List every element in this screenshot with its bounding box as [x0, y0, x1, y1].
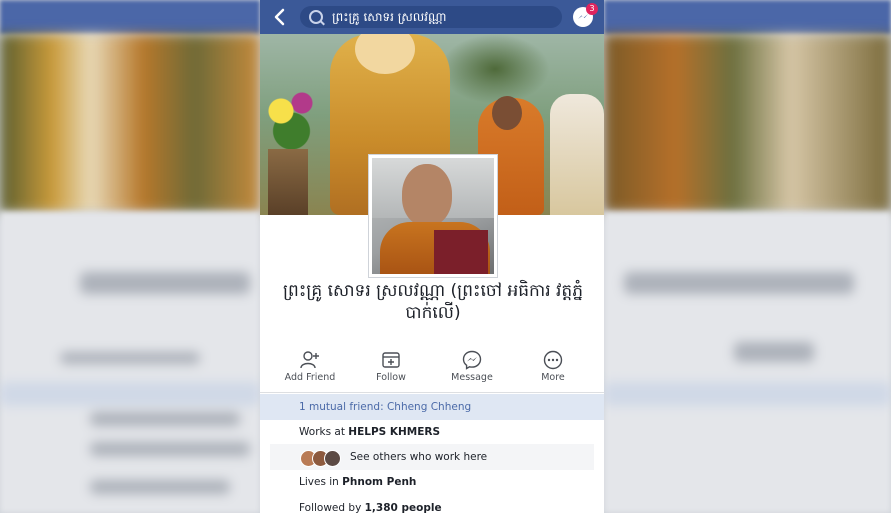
flower-offering [260, 79, 330, 159]
top-nav-bar: ព្រះគ្រូ សោទរ ស្រលវណ្ណា 3 [260, 0, 604, 34]
blurred-cover-image [0, 34, 260, 212]
mutual-friends-text: 1 mutual friend: Chheng Chheng [299, 401, 471, 414]
search-icon [309, 10, 323, 24]
blurred-header-bar [0, 0, 260, 34]
more-button[interactable]: More [518, 346, 588, 392]
white-statue [550, 94, 604, 215]
blurred-text-block [624, 272, 854, 294]
messenger-icon [462, 350, 482, 370]
blurred-content [604, 212, 891, 513]
followed-by-row[interactable]: Followed by 1,380 people [299, 502, 442, 513]
add-friend-icon [300, 351, 319, 369]
more-icon [543, 350, 563, 370]
avatar [324, 450, 341, 467]
messenger-button[interactable]: 3 [573, 3, 598, 27]
see-others-text: See others who work here [350, 451, 488, 463]
follow-button[interactable]: Follow [356, 346, 426, 392]
see-others-row[interactable]: See others who work here [270, 444, 594, 470]
profile-photo [372, 158, 494, 274]
mutual-friend-link[interactable]: Chheng Chheng [387, 401, 471, 413]
blurred-text-block [60, 352, 200, 364]
lives-prefix: Lives in [299, 476, 343, 488]
blurred-header-bar [604, 0, 891, 34]
followed-prefix: Followed by [299, 502, 365, 513]
vase [268, 149, 308, 215]
back-arrow-icon[interactable] [270, 6, 290, 28]
blurred-text-block [90, 480, 230, 494]
blurred-background-right [604, 0, 891, 513]
blurred-text-block [604, 382, 891, 406]
lives-in-row: Lives in Phnom Penh [299, 476, 416, 489]
add-friend-button[interactable]: Add Friend [275, 346, 345, 392]
works-at-row: Works at HELPS KHMERS [299, 426, 440, 439]
profile-picture[interactable] [368, 154, 498, 278]
message-label: Message [451, 372, 493, 383]
coworker-avatars [300, 450, 346, 467]
blurred-text-block [90, 442, 250, 456]
profile-actions: Add Friend Follow Message More [260, 346, 604, 392]
search-input[interactable]: ព្រះគ្រូ សោទរ ស្រលវណ្ណា [300, 6, 562, 28]
blurred-text-block [734, 342, 814, 362]
add-friend-label: Add Friend [284, 372, 336, 383]
search-query: ព្រះគ្រូ សោទរ ស្រលវណ្ណា [332, 10, 447, 24]
works-prefix: Works at [299, 426, 349, 438]
message-button[interactable]: Message [437, 346, 507, 392]
follow-label: Follow [376, 372, 406, 383]
follow-icon [382, 352, 400, 368]
works-place-link[interactable]: HELPS KHMERS [348, 426, 440, 438]
profile-name: ព្រះគ្រូ សោទរ ស្រលវណ្ណា (ព្រះចៅ អធិការ វ… [282, 281, 584, 323]
cover-tree [440, 34, 550, 104]
more-label: More [541, 372, 565, 383]
mutual-friends-row[interactable]: 1 mutual friend: Chheng Chheng [260, 394, 604, 420]
lives-place-link[interactable]: Phnom Penh [342, 476, 416, 488]
blurred-background-left [0, 0, 260, 513]
facebook-profile-screen: ព្រះគ្រូ សោទរ ស្រលវណ្ណា 3 ព្រះគ្រូ សោទរ … [260, 0, 604, 513]
blurred-cover-image [604, 34, 891, 212]
followed-count: 1,380 people [364, 502, 442, 513]
mutual-prefix: 1 mutual friend: [299, 401, 387, 413]
blurred-text-block [80, 272, 250, 294]
blurred-text-block [0, 382, 260, 406]
monk-face [402, 164, 452, 226]
messenger-badge: 3 [586, 3, 598, 15]
blurred-content [0, 212, 260, 513]
monk-head [492, 96, 522, 130]
divider [260, 392, 604, 393]
blurred-text-block [90, 412, 240, 426]
robe-sash [434, 230, 488, 274]
